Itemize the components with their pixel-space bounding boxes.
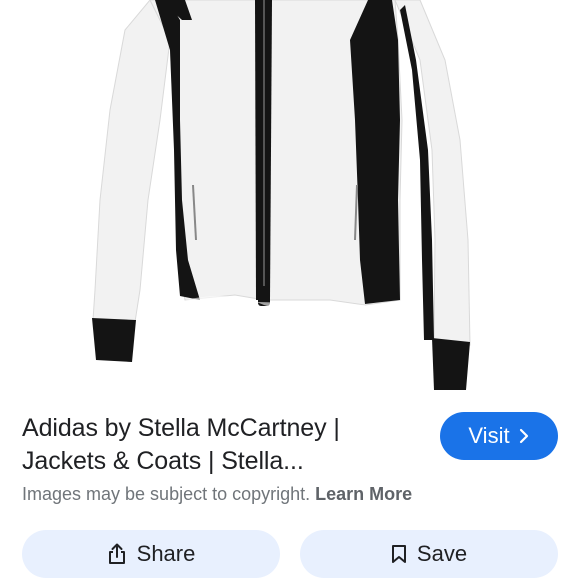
copyright-notice: Images may be subject to copyright. Lear… [22,484,412,505]
visit-label: Visit [468,423,510,448]
visit-button[interactable]: Visit [440,412,558,460]
jacket-illustration [92,0,471,390]
chevron-right-icon [519,428,528,444]
share-icon [108,543,125,564]
result-title-line-1[interactable]: Adidas by Stella McCartney | [22,412,422,445]
save-button[interactable]: Save [300,530,558,578]
result-info: Adidas by Stella McCartney | Jackets & C… [22,412,422,478]
copyright-text: Images may be subject to copyright. [22,484,316,504]
result-title[interactable]: Adidas by Stella McCartney | Jackets & C… [22,412,422,478]
result-title-line-2[interactable]: Jackets & Coats | Stella... [22,445,422,478]
save-label: Save [416,541,468,566]
share-label: Share [136,541,196,566]
share-button[interactable]: Share [22,530,280,578]
product-image[interactable] [0,0,580,400]
bookmark-icon [391,545,406,563]
learn-more-link[interactable]: Learn More [315,484,412,504]
